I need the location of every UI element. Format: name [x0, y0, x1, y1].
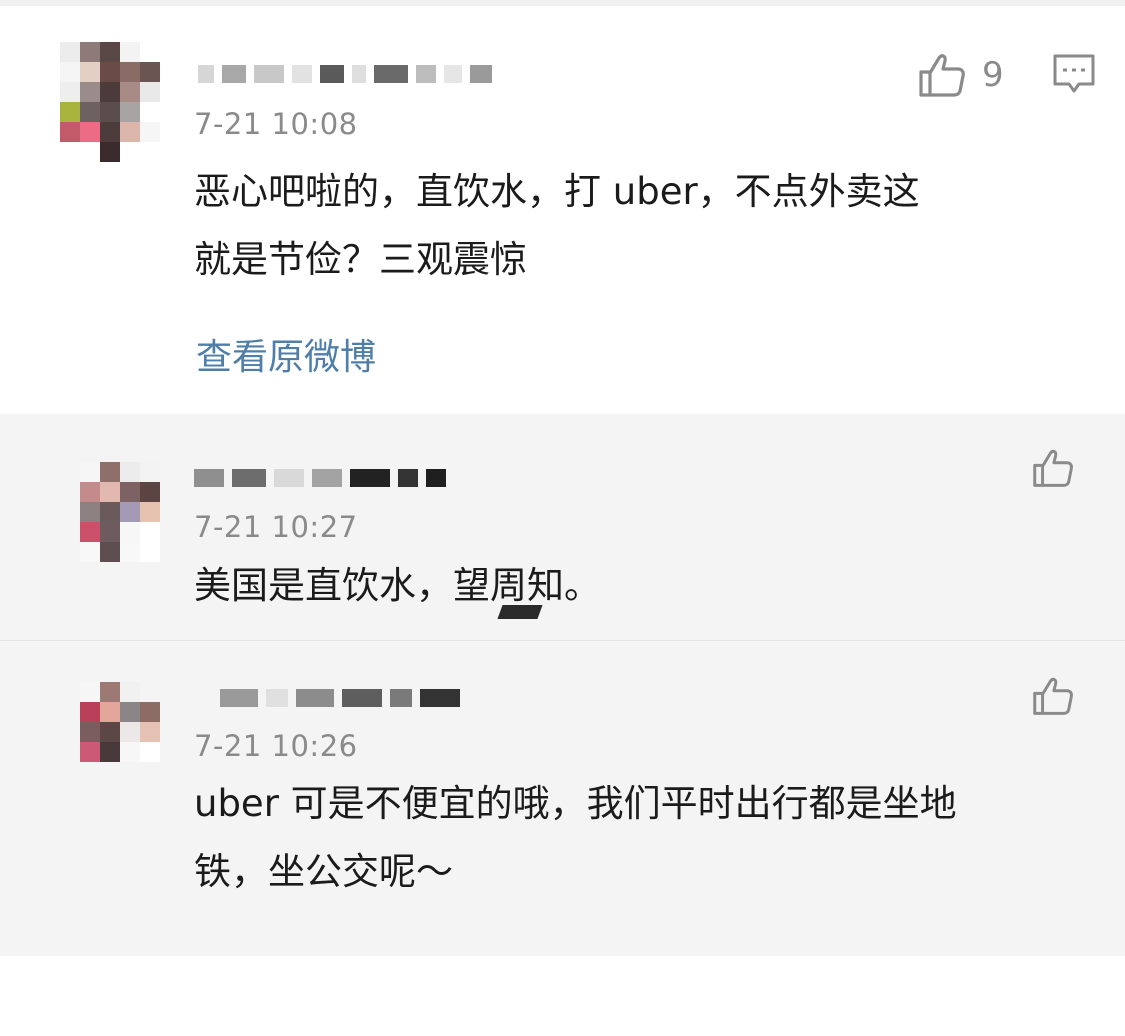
like-button[interactable]: 9 [918, 52, 1004, 98]
view-original-weibo-link[interactable]: 查看原微博 [196, 328, 376, 380]
reply-content: uber 可是不便宜的哦，我们平时出行都是坐地 铁，坐公交呢～ [194, 782, 957, 893]
reply-divider [0, 640, 1125, 641]
comment-icon [1053, 54, 1095, 94]
like-button[interactable] [1032, 448, 1074, 488]
comment-timestamp: 7-21 10:08 [194, 107, 358, 141]
avatar[interactable] [60, 42, 160, 162]
comment-button[interactable] [1053, 54, 1095, 94]
like-count: 9 [982, 55, 1004, 95]
avatar[interactable] [80, 462, 160, 562]
username-redacted[interactable] [194, 466, 446, 490]
redaction-mark [497, 605, 543, 619]
thumbs-up-icon [1032, 676, 1074, 716]
reply-timestamp: 7-21 10:27 [194, 510, 358, 544]
like-button[interactable] [1032, 676, 1074, 716]
username-redacted[interactable] [198, 62, 492, 86]
thumbs-up-icon [918, 52, 966, 98]
thumbs-up-icon [1032, 448, 1074, 488]
avatar[interactable] [80, 682, 160, 762]
comment-content: 恶心吧啦的，直饮水，打 uber，不点外卖这 就是节俭？三观震惊 [194, 170, 920, 281]
username-redacted[interactable] [220, 686, 460, 710]
reply-timestamp: 7-21 10:26 [194, 729, 358, 763]
